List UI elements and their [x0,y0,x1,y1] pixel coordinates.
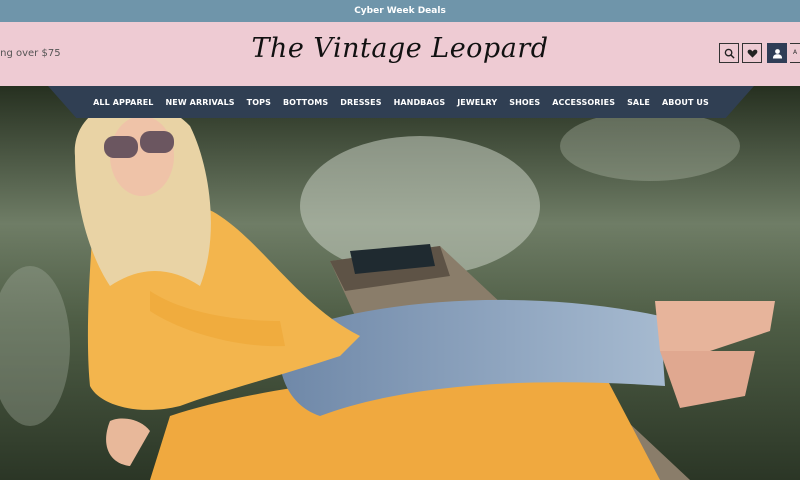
nav-item-jewelry[interactable]: JEWELRY [457,98,497,107]
account-label[interactable]: A [790,43,800,63]
promo-bar[interactable]: Cyber Week Deals [0,0,800,22]
heart-icon [747,49,757,58]
nav-item-all-apparel[interactable]: ALL APPAREL [93,98,153,107]
site-header: ping over $75 The Vintage Leopard A [0,22,800,86]
hero-image[interactable] [0,86,800,480]
site-logo[interactable]: The Vintage Leopard [0,33,800,64]
nav-item-about-us[interactable]: ABOUT US [662,98,709,107]
nav-item-tops[interactable]: TOPS [247,98,271,107]
nav-item-bottoms[interactable]: BOTTOMS [283,98,328,107]
nav-item-shoes[interactable]: SHOES [509,98,540,107]
nav-item-accessories[interactable]: ACCESSORIES [552,98,615,107]
search-button[interactable] [719,43,739,63]
hero-photo [0,86,800,480]
promo-text[interactable]: Cyber Week Deals [354,6,446,16]
account-button[interactable] [767,43,787,63]
nav-item-handbags[interactable]: HANDBAGS [394,98,446,107]
nav-item-new-arrivals[interactable]: NEW ARRIVALS [166,98,235,107]
wishlist-button[interactable] [742,43,762,63]
nav-item-sale[interactable]: SALE [627,98,650,107]
user-icon [772,48,782,59]
main-nav: ALL APPAREL NEW ARRIVALS TOPS BOTTOMS DR… [48,86,754,118]
nav-item-dresses[interactable]: DRESSES [340,98,381,107]
search-icon [724,48,735,59]
